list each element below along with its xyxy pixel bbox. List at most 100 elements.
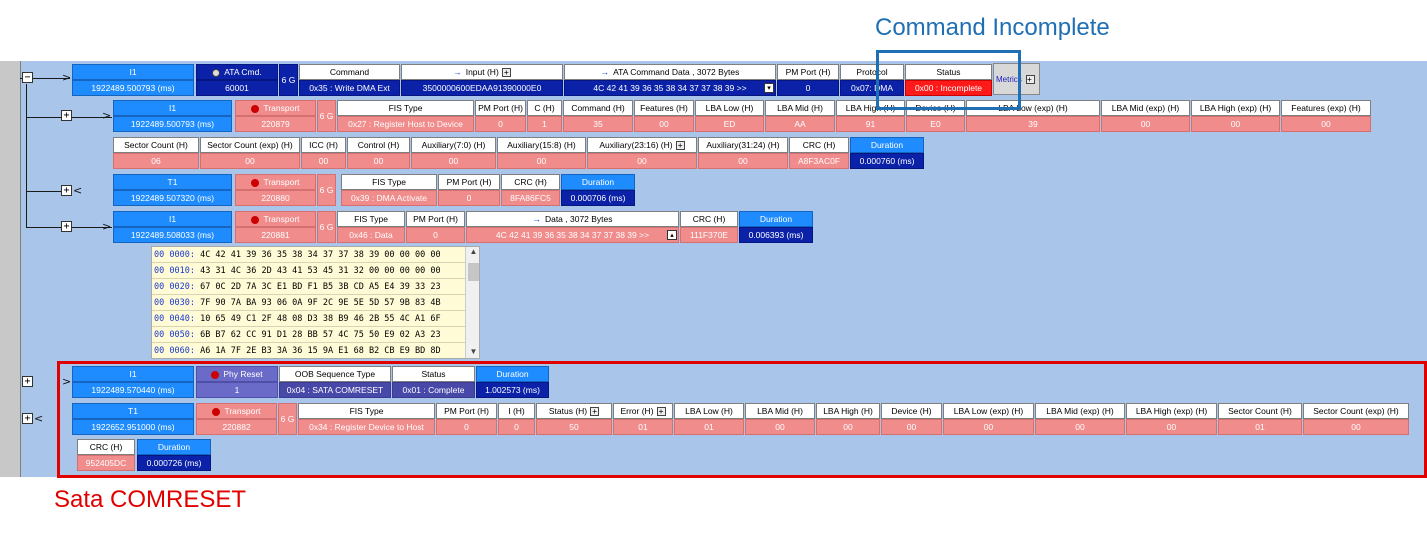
row3-speed: 6 G [317, 174, 336, 206]
hex-dump-panel[interactable]: 00 0000: 4C 42 41 39 36 35 38 34 37 37 3… [151, 246, 480, 359]
row2b-value-9: 0.000760 (ms) [850, 153, 924, 169]
row2-header-10: LBA Mid (exp) (H) [1101, 100, 1190, 116]
scroll-thumb[interactable] [468, 263, 479, 281]
row2b-header-2: ICC (H) [301, 137, 346, 153]
row2-header-6: LBA Mid (H) [765, 100, 835, 116]
scroll-down-icon[interactable]: ▼ [466, 347, 479, 358]
row2b-value-6: 00 [587, 153, 697, 169]
row1-command-header: Command [299, 64, 400, 80]
row4-data-header: → Data , 3072 Bytes [466, 211, 679, 227]
row2-value-8: E0 [906, 116, 965, 132]
row1-direction: I1 [72, 64, 194, 80]
row4-kind-value: 220881 [235, 227, 316, 243]
row1-speed: 6 G [279, 64, 298, 96]
hex-bytes: 67 0C 2D 7A 3C E1 BD F1 B5 3B CD A5 E4 3… [194, 282, 441, 292]
hex-offset: 00 0000: [154, 250, 195, 260]
row4-data[interactable]: 4C 42 41 39 36 35 38 34 37 37 38 39 >> ▴ [466, 227, 679, 243]
row4-time: 1922489.508033 (ms) [113, 227, 232, 243]
row2b-header-0: Sector Count (H) [113, 137, 199, 153]
transport-icon [251, 104, 260, 113]
row2b-header-6: Auxiliary(23:16) (H) + [587, 137, 697, 153]
trace-viewer: − > + > + < + > + > + < I1 1922489.50079… [0, 0, 1427, 537]
row2-speed: 6 G [317, 100, 336, 132]
row4-pm: 0 [406, 227, 465, 243]
row2b-value-4: 00 [411, 153, 496, 169]
row4-pm-header: PM Port (H) [406, 211, 465, 227]
hex-offset: 00 0050: [154, 330, 195, 340]
in-arrow-icon: < [73, 184, 83, 197]
row2b-header-4: Auxiliary(7:0) (H) [411, 137, 496, 153]
row2b-value-0: 06 [113, 153, 199, 169]
row2b-value-2: 00 [301, 153, 346, 169]
row2-direction: I1 [113, 100, 232, 116]
row1-input: 3500000600EDAA91390000E0 [401, 80, 563, 96]
row2-kind: Transport [235, 100, 316, 116]
input-arrow-icon: → [453, 67, 462, 77]
row2b-value-1: 00 [200, 153, 300, 169]
row2-value-0: 0x27 : Register Host to Device [337, 116, 474, 132]
row2-header-2: C (H) [527, 100, 562, 116]
expand-row-3[interactable]: + [61, 185, 72, 196]
row2b-header-9: Duration [850, 137, 924, 153]
row2-value-7: 91 [836, 116, 905, 132]
row4-fistype: 0x46 : Data [337, 227, 405, 243]
row1-kind-value: 60001 [196, 80, 278, 96]
expand-input-icon[interactable]: + [501, 68, 511, 78]
row2b-value-5: 00 [497, 153, 586, 169]
row2-value-3: 35 [563, 116, 633, 132]
expand-row-5[interactable]: + [22, 376, 33, 387]
row2b-header-8: CRC (H) [789, 137, 849, 153]
hex-bytes: 4C 42 41 39 36 35 38 34 37 37 38 39 00 0… [194, 250, 441, 260]
row1-pm: 0 [777, 80, 839, 96]
hex-scrollbar[interactable]: ▲ ▼ [465, 247, 479, 358]
sata-comreset-label: Sata COMRESET [54, 486, 247, 513]
row2-header-4: Features (H) [634, 100, 694, 116]
hex-row: 00 0020: 67 0C 2D 7A 3C E1 BD F1 B5 3B C… [152, 279, 479, 295]
row2b-value-7: 00 [698, 153, 788, 169]
hex-bytes: 10 65 49 C1 2F 48 08 D3 38 B9 46 2B 55 4… [194, 314, 441, 324]
data-arrow-icon: → [600, 67, 610, 77]
hex-row: 00 0010: 43 31 4C 36 2D 43 41 53 45 31 3… [152, 263, 479, 279]
hex-offset: 00 0020: [154, 282, 195, 292]
expand-row-6[interactable]: + [22, 413, 33, 424]
collapse-row-1[interactable]: − [22, 72, 33, 83]
hex-row: 00 0040: 10 65 49 C1 2F 48 08 D3 38 B9 4… [152, 311, 479, 327]
row2-header-11: LBA High (exp) (H) [1191, 100, 1280, 116]
transport-icon [251, 215, 260, 224]
hex-offset: 00 0040: [154, 314, 195, 324]
row3-header-2: CRC (H) [501, 174, 560, 190]
row1-command: 0x35 : Write DMA Ext [299, 80, 400, 96]
row2-header-0: FIS Type [337, 100, 474, 116]
in-arrow-icon: < [34, 412, 44, 425]
row3-kind: Transport [235, 174, 316, 190]
row2-value-11: 00 [1191, 116, 1280, 132]
expand-row-4[interactable]: + [61, 221, 72, 232]
row3-time: 1922489.507320 (ms) [113, 190, 232, 206]
row1-pm-header: PM Port (H) [777, 64, 839, 80]
hex-row: 00 0000: 4C 42 41 39 36 35 38 34 37 37 3… [152, 247, 479, 263]
row2-header-1: PM Port (H) [475, 100, 526, 116]
scroll-up-icon[interactable]: ▲ [466, 247, 479, 259]
dropdown-icon[interactable]: ▴ [667, 230, 677, 240]
expand-metrics-icon[interactable]: + [1026, 75, 1035, 84]
expand-row-2[interactable]: + [61, 110, 72, 121]
dropdown-icon[interactable]: ▾ [764, 83, 774, 93]
sata-comreset-highlight [57, 361, 1427, 478]
transport-icon [251, 178, 260, 187]
row4-direction: I1 [113, 211, 232, 227]
expand-field-icon[interactable]: + [675, 141, 685, 151]
command-incomplete-highlight [876, 50, 1021, 110]
row2-header-12: Features (exp) (H) [1281, 100, 1371, 116]
hex-bytes: A6 1A 7F 2E B3 3A 36 15 9A E1 68 B2 CB E… [194, 346, 441, 356]
row3-kind-value: 220880 [235, 190, 316, 206]
row2-value-12: 00 [1281, 116, 1371, 132]
row2-header-5: LBA Low (H) [695, 100, 764, 116]
row2b-header-7: Auxiliary(31:24) (H) [698, 137, 788, 153]
row2-value-2: 1 [527, 116, 562, 132]
row1-data[interactable]: 4C 42 41 39 36 35 38 34 37 37 38 39 >> ▾ [564, 80, 776, 96]
row2-value-10: 00 [1101, 116, 1190, 132]
row4-speed: 6 G [317, 211, 336, 243]
row2b-header-3: Control (H) [347, 137, 410, 153]
row2b-header-5: Auxiliary(15:8) (H) [497, 137, 586, 153]
row4-duration-header: Duration [739, 211, 813, 227]
